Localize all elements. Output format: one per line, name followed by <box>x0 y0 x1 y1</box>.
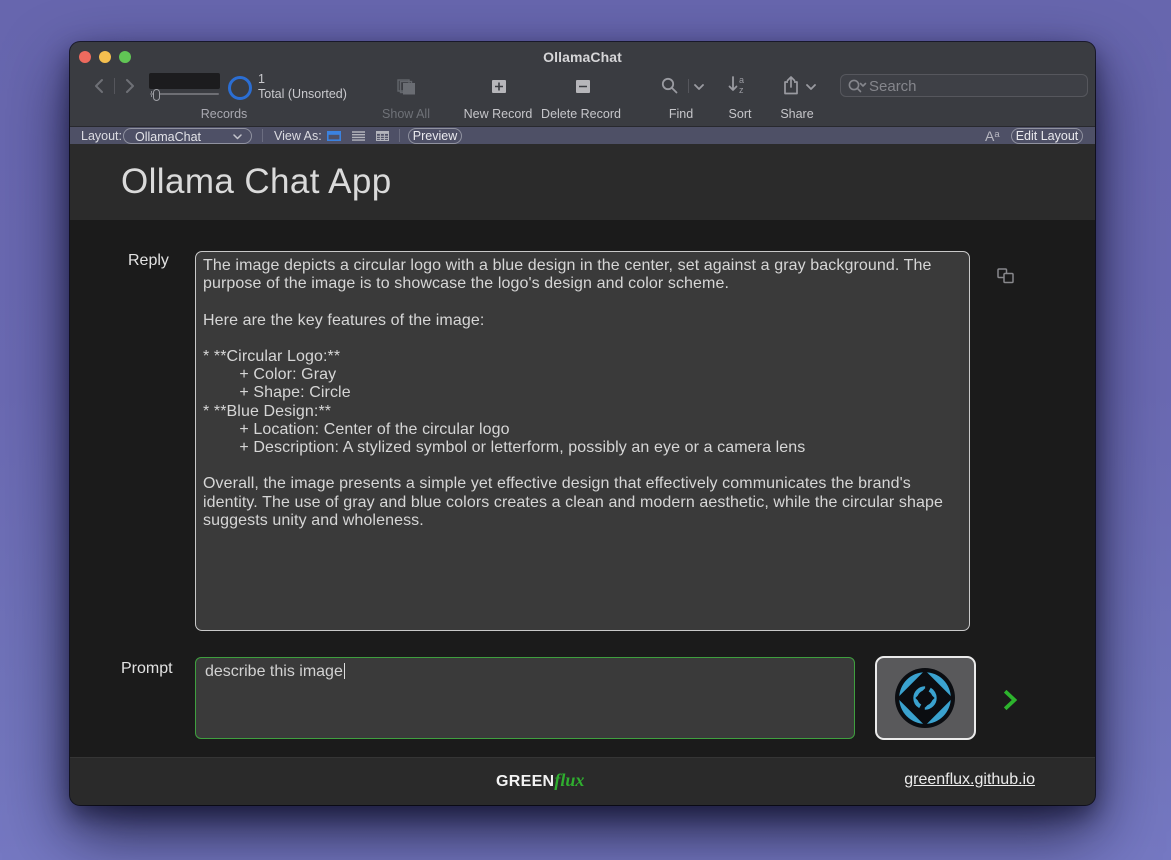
svg-text:z: z <box>739 85 744 95</box>
svg-text:a: a <box>739 76 744 85</box>
